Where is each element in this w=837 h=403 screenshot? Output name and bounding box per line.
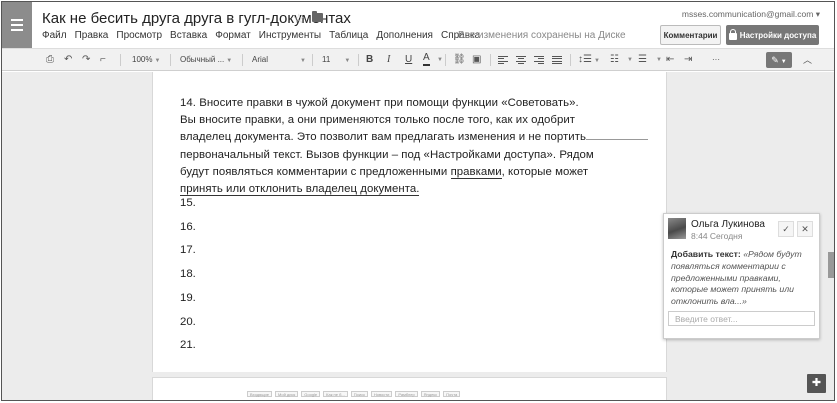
comment-time: 8:44 Сегодня [691,231,743,241]
check-icon: ✓ [782,224,790,234]
link-icon[interactable]: ⛓ [453,49,466,71]
list-item[interactable]: 18. [180,263,196,287]
comment-body: Добавить текст: «Рядом будут появляться … [671,249,816,308]
doc-line: принять или отклонить владелец документа… [180,181,650,198]
doc-line: Вы вносите правки, а они применяются тол… [180,114,576,127]
document-body-text[interactable]: 14. Вносите правки в чужой документ при … [180,95,650,198]
suggested-edit[interactable]: правками [450,165,502,179]
taskbar-tab[interactable]: Мой диск [274,391,299,397]
docs-header: Как не бесить друга друга в гугл-докумен… [2,2,834,48]
taskbar-tab[interactable]: Поиск [350,391,368,397]
font-select[interactable]: Arial ▼ [252,49,306,71]
line-spacing-icon[interactable]: ↕☰ ▼ [578,49,600,71]
close-icon: ✕ [801,224,809,234]
menu-table[interactable]: Таблица [329,30,368,41]
text-color-button[interactable]: A [423,49,430,66]
redo-icon[interactable]: ↷ [82,49,90,71]
comment-add-icon[interactable]: ▣ [472,49,481,71]
italic-button[interactable]: I [387,49,390,71]
taskbar-tab[interactable]: Как не б... [323,391,348,397]
taskbar-tab[interactable]: Почта [443,391,461,397]
taskbar: Входящие Мой диск Google Как не б... Пои… [247,391,461,397]
reply-input[interactable] [668,311,815,326]
docs-home-button[interactable] [2,2,32,48]
list-item[interactable]: 20. [180,311,196,335]
comment-action: Добавить текст: [671,249,741,259]
menu-file[interactable]: Файл [42,30,67,41]
zoom-select[interactable]: 100% ▼ [132,49,160,71]
lock-icon [728,29,737,40]
account-email[interactable]: msses.communication@gmail.com ▾ [682,9,820,20]
taskbar-tab[interactable]: Входящие [247,391,272,397]
comment-author: Ольга Лукинова [691,219,765,230]
menu-view[interactable]: Просмотр [116,30,162,41]
star-icon[interactable]: ☆ [293,11,305,27]
font-size-value: 11 [322,55,331,64]
decrease-indent-icon[interactable]: ⇤ [666,49,674,71]
doc-text-span: будут появляться комментарии с предложен… [180,165,451,178]
menu-addons[interactable]: Дополнения [376,30,433,41]
menu-edit[interactable]: Правка [75,30,109,41]
scrollbar-thumb[interactable] [828,252,834,278]
doc-line: первоначальный текст. Вызов функции – по… [180,148,594,161]
menu-format[interactable]: Формат [215,30,251,41]
align-justify-icon[interactable] [552,49,562,71]
comments-button[interactable]: Комментарии [660,25,721,45]
list-item[interactable]: 17. [180,239,196,263]
taskbar-tab[interactable]: Рамблер [395,391,418,397]
menu-tools[interactable]: Инструменты [259,30,321,41]
font-size-select[interactable]: 11 ▼ [322,49,350,71]
taskbar-tab[interactable]: Google [301,391,321,397]
increase-indent-icon[interactable]: ⇥ [684,49,692,71]
align-center-icon[interactable] [516,49,526,71]
docs-window: Как не бесить друга друга в гугл-докумен… [1,1,835,401]
list-item[interactable]: 21. [180,334,196,358]
collapse-toolbar-icon[interactable]: ︿ [803,49,812,71]
folder-icon[interactable] [312,11,323,22]
account-email-text: msses.communication@gmail.com [681,9,814,19]
numbered-list-icon[interactable]: ☷ [610,49,619,71]
doc-line: будут появляться комментарии с предложен… [180,164,650,181]
doc-text-span: , которые может [501,165,589,178]
numbered-list: 15. 16. 17. 18. 19. 20. 21. [180,192,196,358]
bold-button[interactable]: B [366,49,373,71]
suggestion-comment-card[interactable]: Ольга Лукинова 8:44 Сегодня ✓ ✕ Добавить… [663,213,820,339]
menu-insert[interactable]: Вставка [170,30,207,41]
next-page [152,377,667,400]
list-item[interactable]: 15. [180,192,196,216]
avatar [668,218,686,239]
reject-suggestion-button[interactable]: ✕ [797,221,813,237]
formatting-toolbar: ⎙ ↶ ↷ ⌐ 100% ▼ Обычный ... ▼ Arial ▼ 11 ▼ B … [2,48,834,71]
font-value: Arial [252,55,269,64]
align-right-icon[interactable] [534,49,544,71]
list-item[interactable]: 19. [180,287,196,311]
explore-button[interactable]: ✚ [807,374,826,393]
undo-icon[interactable]: ↶ [64,49,72,71]
underline-button[interactable]: U [405,49,412,71]
share-button[interactable]: Настройки доступа [726,25,819,45]
align-left-icon[interactable] [498,49,508,71]
pencil-icon: ✎ [771,55,779,65]
plus-icon: ✚ [811,377,822,389]
doc-line: владелец документа. Это позволит вам пре… [180,131,586,144]
style-select[interactable]: Обычный ... ▼ [180,49,232,71]
edit-mode-button[interactable]: ✎ ▼ [766,52,792,68]
print-icon[interactable]: ⎙ [46,49,54,71]
bulleted-list-icon[interactable]: ☰ [638,49,647,71]
document-page[interactable]: 14. Вносите правки в чужой документ при … [152,72,667,372]
share-button-label: Настройки доступа [739,30,817,40]
doc-line: 14. Вносите правки в чужой документ при … [180,97,579,109]
suggested-insertion[interactable]: принять или отклонить владелец документа… [180,183,420,197]
more-button[interactable]: ··· [712,49,720,71]
paint-format-icon[interactable]: ⌐ [100,49,106,71]
style-value: Обычный ... [180,55,225,64]
taskbar-tab[interactable]: Новости [370,391,393,397]
save-status[interactable]: Все изменения сохранены на Диске [458,30,626,41]
zoom-value: 100% [132,55,153,64]
taskbar-tab[interactable]: Яндекс [420,391,441,397]
menu-bar: Файл Правка Просмотр Вставка Формат Инст… [42,30,488,41]
list-item[interactable]: 16. [180,216,196,240]
accept-suggestion-button[interactable]: ✓ [778,221,794,237]
suggestion-connector [586,139,648,140]
